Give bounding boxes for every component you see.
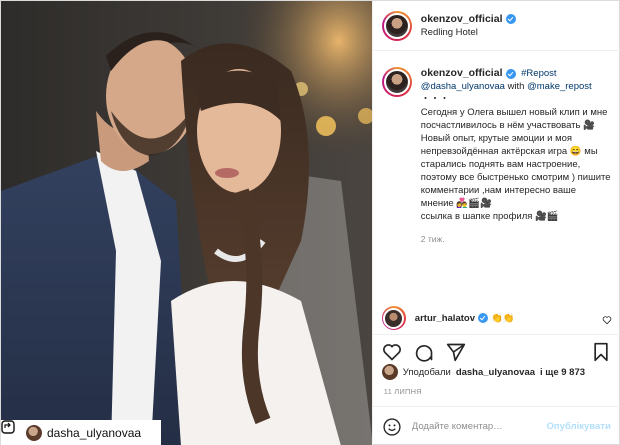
heart-icon[interactable] [382,342,402,362]
repost-icon [1,420,21,440]
commenter-avatar[interactable] [381,306,406,330]
publish-button[interactable]: Опублікувати [547,421,611,432]
caption-with: with [507,81,525,92]
post-container: dasha_ulyanovaa okenzov_official Redling… [0,0,620,445]
share-icon[interactable] [446,342,466,362]
mention-app-link[interactable]: @make_repost [527,81,592,92]
caption-line-1: Сегодня у Олега вышел новый клип и мне п… [420,107,608,131]
photo-illustration [1,1,372,445]
caption: okenzov_official #Repost @dasha_ulyanova… [381,67,614,246]
likes-prefix: Уподобали [402,366,451,378]
comment-icon[interactable] [414,342,434,362]
likes-summary: Уподобали dasha_ulyanovaa і ще 9 873 [381,364,585,380]
caption-username[interactable]: okenzov_official [421,67,516,80]
repost-tag: dasha_ulyanovaa [1,420,161,445]
bookmark-icon[interactable] [591,342,611,362]
caption-body: okenzov_official #Repost @dasha_ulyanova… [421,67,611,246]
smile-icon[interactable] [382,417,402,437]
repost-tag-avatar [26,425,42,441]
verified-icon [477,313,488,323]
add-comment-bar: Опублікувати [372,406,620,445]
repost-hashtag[interactable]: #Repost [521,68,556,79]
liker-avatar[interactable] [381,364,398,380]
post-location[interactable]: Redling Hotel [421,27,516,38]
caption-line-2: Новый опыт, крутые эмоции и моя непревзо… [420,133,611,209]
caption-line-3: ссылка в шапке профиля 🎥🎬 [420,211,559,222]
post-header: okenzov_official Redling Hotel [372,1,620,51]
comment-input[interactable] [411,421,532,432]
repost-tag-username: dasha_ulyanovaa [47,426,142,440]
caption-username-text[interactable]: okenzov_official [421,67,503,80]
verified-icon [505,68,516,79]
post-date[interactable]: 11 ЛИПНЯ [384,387,422,396]
caption-dots: ・・・ [420,94,450,105]
verified-icon [505,14,516,24]
author-username[interactable]: okenzov_official [421,13,516,25]
author-username-text[interactable]: okenzov_official [421,13,503,25]
author-avatar[interactable] [381,10,412,41]
action-bar [372,334,620,368]
mention-user-link[interactable]: @dasha_ulyanovaa [421,81,505,92]
likes-count[interactable]: і ще 9 873 [540,367,585,378]
post-photo[interactable]: dasha_ulyanovaa [1,1,372,445]
liker-username[interactable]: dasha_ulyanovaa [456,367,535,378]
post-side-panel: okenzov_official Redling Hotel okenzov_o… [371,1,620,445]
comment-row: artur_halatov 👏👏 [381,306,614,330]
caption-time[interactable]: 2 тиж. [421,233,611,246]
comment-text: 👏👏 [490,312,515,324]
caption-avatar[interactable] [381,67,412,97]
commenter-username[interactable]: artur_halatov [415,313,475,324]
comment-like-icon[interactable] [602,315,612,328]
